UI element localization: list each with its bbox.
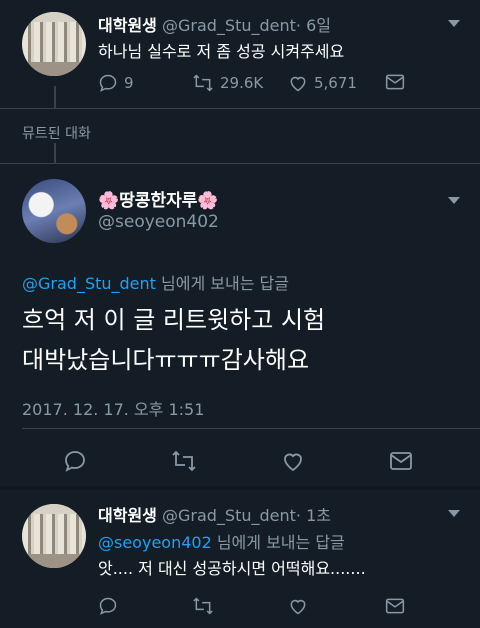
like-icon bbox=[290, 599, 306, 615]
tweet-header: 대학원생 @Grad_Stu_dent· 6일 bbox=[98, 12, 331, 36]
tweet-text-line: 대박났습니다ㅠㅠㅠ감사해요 bbox=[22, 346, 310, 374]
retweet-icon bbox=[193, 74, 213, 92]
chevron-down-icon[interactable] bbox=[448, 510, 460, 517]
retweet-button[interactable]: 29.6K bbox=[192, 73, 263, 93]
display-name[interactable]: 🌸땅콩한자루🌸 bbox=[98, 186, 219, 211]
timestamp[interactable]: · 6일 bbox=[296, 16, 331, 35]
reply-icon bbox=[65, 451, 85, 472]
handle[interactable]: @Grad_Stu_dent bbox=[162, 16, 296, 35]
retweet-icon bbox=[193, 597, 213, 615]
tweet-text-line: 흐억 저 이 글 리트윗하고 시험 bbox=[22, 306, 326, 334]
retweet-count: 29.6K bbox=[220, 74, 264, 92]
chevron-down-icon[interactable] bbox=[448, 20, 460, 27]
timestamp[interactable]: · 1초 bbox=[296, 506, 331, 525]
like-button[interactable] bbox=[288, 596, 308, 616]
tweet-text: 앗.... 저 대신 성공하시면 어떡해요....... bbox=[98, 559, 366, 578]
tweet-focused-reply[interactable]: 🌸땅콩한자루🌸 @seoyeon402 @Grad_Stu_dent 님에게 보… bbox=[0, 164, 480, 488]
handle[interactable]: @Grad_Stu_dent bbox=[162, 506, 296, 525]
avatar[interactable] bbox=[22, 504, 86, 568]
retweet-button[interactable] bbox=[192, 596, 214, 616]
divider bbox=[22, 428, 480, 429]
message-button[interactable] bbox=[389, 450, 413, 472]
muted-conversation-label: 뮤트된 대화 bbox=[22, 126, 91, 142]
like-icon bbox=[284, 453, 302, 472]
display-name[interactable]: 대학원생 bbox=[98, 506, 157, 525]
reply-button[interactable]: 9 bbox=[98, 73, 134, 93]
reply-button[interactable] bbox=[98, 596, 118, 616]
reply-context: @seoyeon402 님에게 보내는 답글 bbox=[98, 529, 345, 553]
handle[interactable]: @seoyeon402 bbox=[98, 212, 219, 232]
retweet-button[interactable] bbox=[171, 449, 197, 473]
display-name[interactable]: 대학원생 bbox=[98, 16, 157, 35]
reply-count: 9 bbox=[124, 74, 134, 92]
tweet-timestamp[interactable]: 2017. 12. 17. 오후 1:51 bbox=[22, 396, 204, 420]
tweet-original[interactable]: 대학원생 @Grad_Stu_dent· 6일 하나님 실수로 저 좀 성공 시… bbox=[0, 0, 480, 104]
message-icon bbox=[385, 598, 405, 614]
reply-to-link[interactable]: @Grad_Stu_dent bbox=[22, 274, 156, 293]
reply-icon bbox=[99, 74, 117, 92]
like-button[interactable]: 5,671 bbox=[288, 73, 357, 93]
reply-to-suffix: 님에게 보내는 답글 bbox=[155, 274, 289, 293]
like-icon bbox=[290, 76, 306, 92]
reply-button[interactable] bbox=[63, 449, 87, 473]
tweet-header: 대학원생 @Grad_Stu_dent· 1초 bbox=[98, 502, 331, 526]
message-icon bbox=[390, 452, 412, 470]
muted-conversation-bar[interactable]: 뮤트된 대화 bbox=[0, 109, 480, 163]
like-count: 5,671 bbox=[314, 74, 357, 92]
thread-line bbox=[54, 86, 56, 108]
tweet-reply[interactable]: 대학원생 @Grad_Stu_dent· 1초 @seoyeon402 님에게 … bbox=[0, 490, 480, 628]
message-button[interactable] bbox=[385, 597, 405, 615]
avatar[interactable] bbox=[22, 179, 86, 243]
chevron-down-icon[interactable] bbox=[448, 197, 460, 204]
reply-to-suffix: 님에게 보내는 답글 bbox=[211, 533, 345, 552]
tweet-text: 흐억 저 이 글 리트윗하고 시험 대박났습니다ㅠㅠㅠ감사해요 bbox=[22, 300, 325, 380]
message-icon bbox=[385, 74, 405, 90]
tweet-text: 하나님 실수로 저 좀 성공 시켜주세요 bbox=[98, 42, 345, 61]
reply-icon bbox=[99, 597, 117, 615]
retweet-icon bbox=[172, 450, 196, 472]
reply-to-link[interactable]: @seoyeon402 bbox=[98, 533, 212, 552]
avatar[interactable] bbox=[22, 12, 86, 76]
reply-context: @Grad_Stu_dent 님에게 보내는 답글 bbox=[22, 270, 289, 294]
thread-line bbox=[54, 143, 56, 163]
message-button[interactable] bbox=[385, 73, 405, 91]
like-button[interactable] bbox=[281, 449, 305, 473]
